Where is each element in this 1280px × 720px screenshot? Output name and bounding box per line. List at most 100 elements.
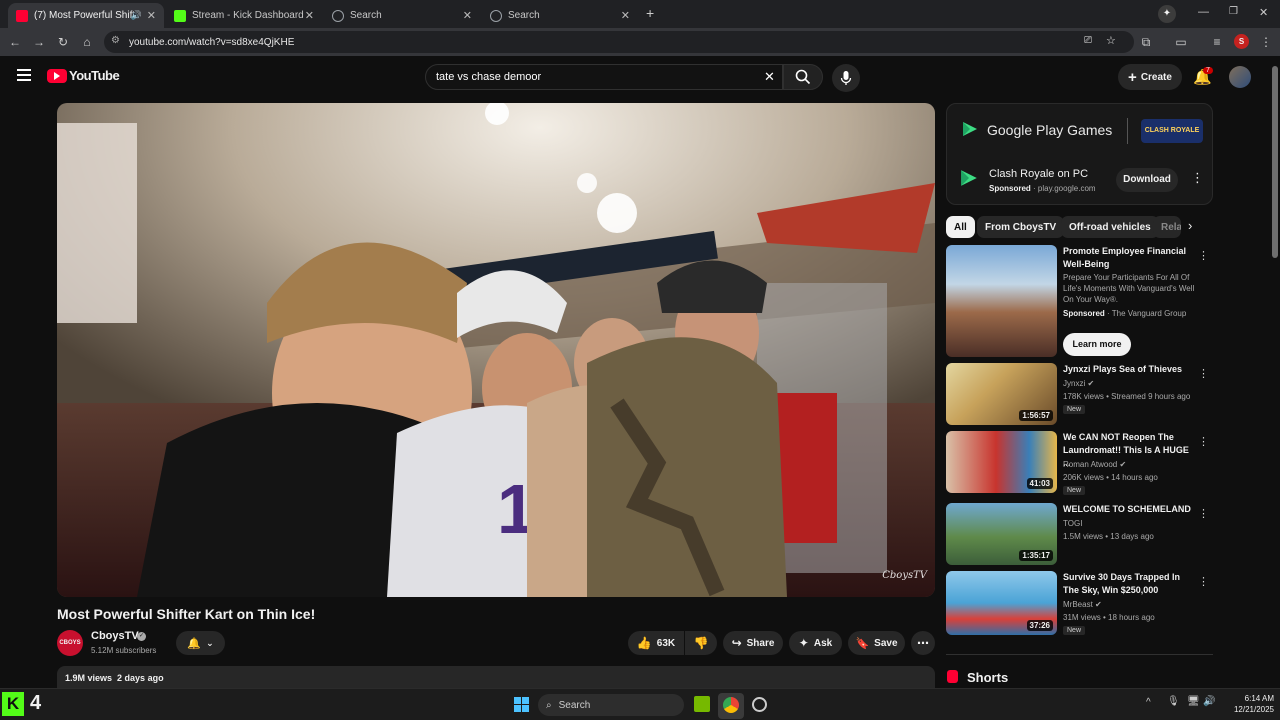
network-icon[interactable]: 🖥 — [1187, 696, 1200, 707]
taskbar-search-box[interactable]: ⌕ Search — [538, 694, 684, 716]
account-avatar[interactable] — [1229, 66, 1251, 88]
video-frame-image: 18 — [57, 103, 935, 597]
rec-menu-kebab-icon[interactable]: ⋮ — [1198, 435, 1209, 448]
like-button[interactable]: 👍 63K — [628, 631, 684, 655]
rec-menu-kebab-icon[interactable]: ⋮ — [1198, 367, 1209, 380]
nvidia-app-icon[interactable] — [694, 696, 710, 712]
channel-name[interactable]: CboysTV — [91, 630, 139, 642]
rec-channel: MrBeast — [1063, 600, 1093, 609]
chip-all[interactable]: All — [946, 216, 975, 238]
search-button[interactable] — [783, 64, 823, 90]
microphone-tray-icon[interactable]: 🎙 — [1167, 696, 1180, 707]
rec-menu-kebab-icon[interactable]: ⋮ — [1198, 507, 1209, 520]
chrome-menu-kebab-icon[interactable]: ⋮ — [1257, 33, 1275, 51]
youtube-logo-text: YouTube — [69, 68, 120, 83]
site-info-icon[interactable]: ⚙ — [111, 35, 120, 46]
create-button[interactable]: + Create — [1118, 64, 1182, 90]
close-tab-icon[interactable]: ✕ — [463, 9, 472, 22]
gemini-sparkle-icon[interactable]: ✦ — [1158, 5, 1176, 23]
windows-taskbar: K 4 ⌕ Search ^ 🎙 🖥 🔊 6:14 AM 12/21/2025 — [0, 688, 1280, 720]
ad-download-button[interactable]: Download — [1116, 168, 1178, 192]
volume-icon[interactable]: 🔊 — [1203, 696, 1215, 707]
subscribed-notifications-button[interactable]: 🔔 ⌄ — [176, 631, 225, 655]
address-bar[interactable]: ⚙ youtube.com/watch?v=sd8xe4QjKHE ⎚ ☆ — [104, 31, 1134, 53]
back-arrow-icon[interactable]: ← — [6, 33, 24, 51]
browser-tab-search-1[interactable]: Search ✕ — [324, 3, 480, 28]
save-button[interactable]: 🔖 Save — [848, 631, 905, 655]
youtube-header: YouTube tate vs chase demoor ✕ + Create … — [0, 56, 1270, 98]
description-box[interactable]: 1.9M views 2 days ago — [57, 666, 935, 690]
rec-menu-kebab-icon[interactable]: ⋮ — [1198, 249, 1209, 262]
ask-button[interactable]: ✦ Ask — [789, 631, 842, 655]
reload-icon[interactable]: ↻ — [54, 33, 72, 51]
verified-check-icon: ✓ — [137, 632, 146, 641]
kick-widget-icon[interactable]: K — [2, 692, 24, 716]
browser-tab-search-2[interactable]: Search ✕ — [482, 3, 638, 28]
profile-avatar[interactable]: S — [1234, 34, 1249, 49]
close-tab-icon[interactable]: ✕ — [147, 9, 156, 22]
close-tab-icon[interactable]: ✕ — [621, 9, 630, 22]
window-close-icon[interactable]: ✕ — [1259, 6, 1268, 19]
search-input[interactable]: tate vs chase demoor ✕ — [425, 64, 783, 90]
media-controls-icon[interactable]: ≡ — [1208, 33, 1226, 51]
split-view-icon[interactable]: ▭ — [1172, 33, 1190, 51]
sponsored-ad-card[interactable]: Google Play Games CLASH ROYALE Clash Roy… — [946, 103, 1213, 205]
chrome-taskbar-icon[interactable] — [723, 697, 739, 713]
recommendation-item[interactable]: 1:35:17 WELCOME TO SCHEMELAND TOGI 1.5M … — [946, 503, 1213, 565]
recommendation-ad[interactable]: Promote Employee Financial Well-Being Pr… — [946, 245, 1213, 357]
video-thumbnail: 1:56:57 — [946, 363, 1057, 425]
install-app-icon[interactable]: ⎚ — [1084, 35, 1092, 46]
video-title: Most Powerful Shifter Kart on Thin Ice! — [57, 606, 316, 622]
home-icon[interactable]: ⌂ — [78, 33, 96, 51]
chips-next-chevron-icon[interactable]: › — [1188, 218, 1192, 233]
browser-tab-youtube[interactable]: (7) Most Powerful Shifter K 🔊 ✕ — [8, 3, 164, 28]
chip-from-channel[interactable]: From CboysTV — [977, 216, 1065, 238]
recommendation-item[interactable]: 41:03 We CAN NOT Reopen The Laundromat!!… — [946, 431, 1213, 495]
ad-domain: play.google.com — [1037, 184, 1096, 193]
windows-start-icon[interactable] — [514, 697, 529, 712]
more-actions-button[interactable]: ⋯ — [911, 631, 935, 655]
video-duration: 1:35:17 — [1019, 550, 1053, 561]
ad-menu-kebab-icon[interactable]: ⋮ — [1191, 170, 1204, 186]
chip-related[interactable]: Rela — [1153, 216, 1181, 238]
close-tab-icon[interactable]: ✕ — [305, 9, 314, 22]
rec-title: Jynxzi Plays Sea of Thieves — [1063, 364, 1183, 374]
obs-taskbar-icon[interactable] — [752, 697, 767, 712]
tab-audio-icon[interactable]: 🔊 — [131, 10, 142, 21]
rec-meta: 31M views • 18 hours ago — [1063, 613, 1155, 622]
page-scrollbar[interactable] — [1272, 66, 1278, 258]
youtube-logo[interactable]: YouTube — [47, 68, 120, 83]
share-label: Share — [746, 637, 775, 649]
share-arrow-icon: ↪ — [731, 636, 742, 650]
system-tray-chevron-icon[interactable]: ^ — [1146, 697, 1151, 708]
thumbs-down-icon: 👎 — [693, 636, 709, 650]
taskbar-clock[interactable]: 6:14 AM 12/21/2025 — [1222, 693, 1274, 715]
channel-avatar[interactable]: CBOYS — [57, 630, 83, 656]
dislike-button[interactable]: 👎 — [685, 631, 717, 655]
microphone-icon — [840, 71, 852, 85]
browser-tab-kick[interactable]: Stream - Kick Dashboard ✕ — [166, 3, 322, 28]
learn-more-button[interactable]: Learn more — [1063, 333, 1131, 356]
minimize-icon[interactable]: — — [1198, 6, 1209, 18]
forward-arrow-icon[interactable]: → — [30, 33, 48, 51]
verified-check-icon: ✔ — [1119, 460, 1127, 469]
extensions-puzzle-icon[interactable]: ⧉ — [1137, 33, 1155, 51]
shorts-logo-icon — [947, 670, 958, 683]
chip-off-road[interactable]: Off-road vehicles — [1061, 216, 1159, 238]
restore-icon[interactable]: ❐ — [1229, 6, 1238, 17]
new-badge: New — [1063, 486, 1086, 495]
bookmark-star-icon[interactable]: ☆ — [1106, 34, 1116, 47]
plus-icon: + — [1128, 68, 1137, 86]
voice-search-button[interactable] — [832, 64, 860, 92]
video-player[interactable]: 18 CboysTV — [57, 103, 935, 597]
recommendation-item[interactable]: 37:26 Survive 30 Days Trapped In The Sky… — [946, 571, 1213, 635]
new-tab-plus-icon[interactable]: + — [646, 5, 654, 21]
rec-channel: The Vanguard Group — [1111, 309, 1187, 318]
share-button[interactable]: ↪ Share — [723, 631, 783, 655]
rec-menu-kebab-icon[interactable]: ⋮ — [1198, 575, 1209, 588]
clear-search-icon[interactable]: ✕ — [764, 69, 775, 85]
chevron-down-icon: ⌄ — [206, 637, 214, 648]
hamburger-menu-icon[interactable] — [17, 69, 31, 81]
verified-check-icon: ✔ — [1095, 600, 1102, 609]
recommendation-item[interactable]: 1:56:57 Jynxzi Plays Sea of Thieves Jynx… — [946, 363, 1213, 425]
